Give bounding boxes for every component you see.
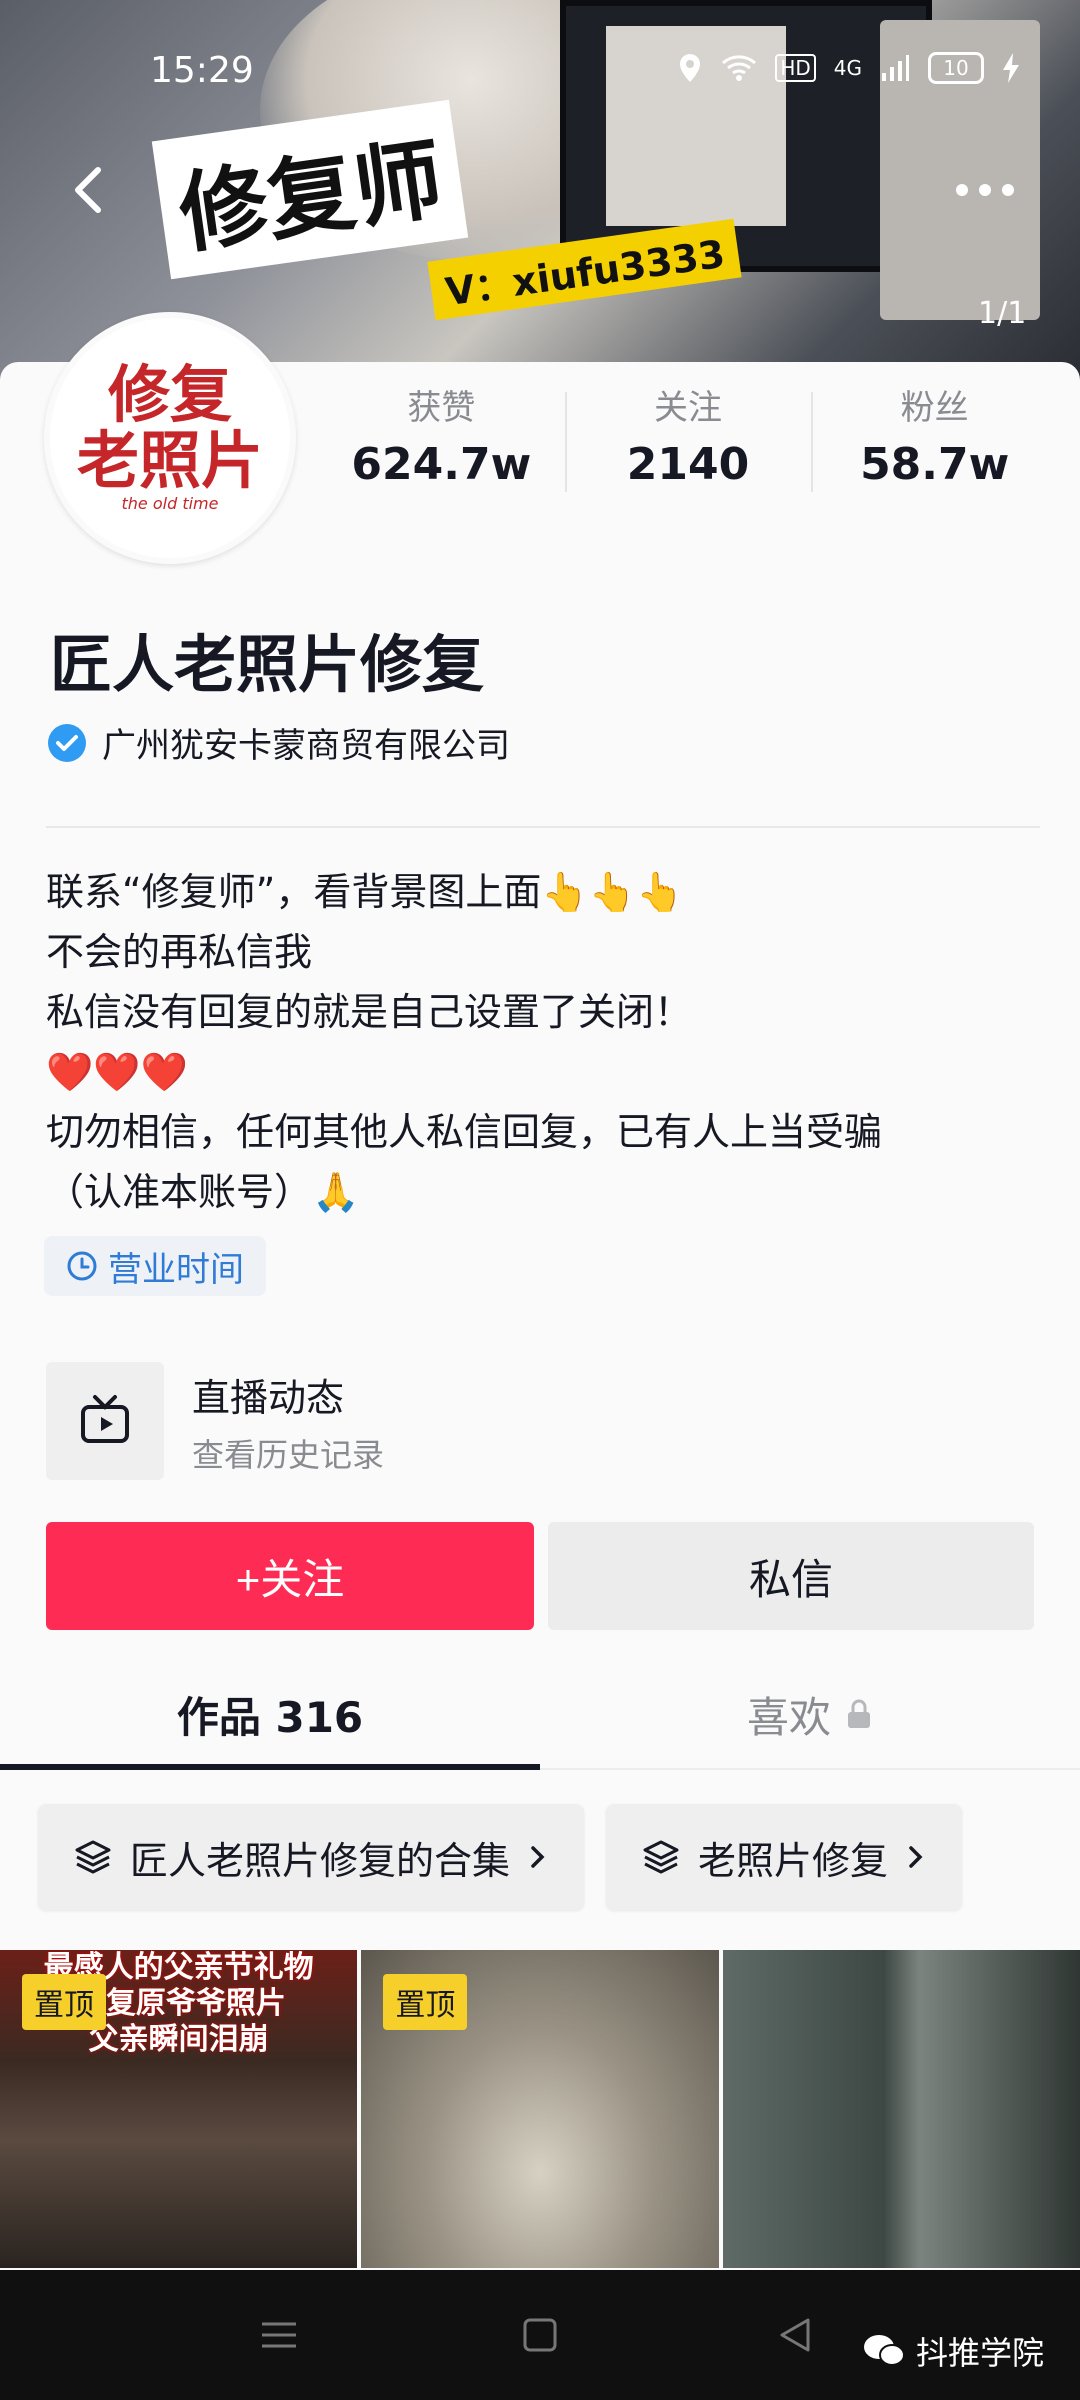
live-title: 直播动态 xyxy=(192,1375,345,1420)
stat-label: 获赞 xyxy=(407,388,476,428)
content-tabs: 作品 316 喜欢 xyxy=(0,1660,1080,1770)
verified-check-icon xyxy=(48,723,86,762)
status-time: 15:29 xyxy=(150,50,254,91)
live-subtitle: 查看历史记录 xyxy=(192,1435,385,1474)
video-thumbnail[interactable]: 置顶 xyxy=(361,1950,719,2268)
banner-page-counter: 1/1 xyxy=(978,296,1027,331)
video-thumbnail[interactable] xyxy=(722,1950,1080,2268)
tab-label: 喜欢 xyxy=(746,1692,831,1742)
battery-icon: 10 xyxy=(928,52,984,84)
back-triangle-icon[interactable] xyxy=(770,2310,820,2360)
lock-icon xyxy=(848,1699,870,1728)
bio-line: 切勿相信，任何其他人私信回复，已有人上当受骗 xyxy=(46,1110,883,1154)
stat-value: 58.7w xyxy=(860,439,1010,490)
watermark-text: 抖推学院 xyxy=(915,2334,1044,2372)
back-button[interactable] xyxy=(60,160,120,220)
verified-organization[interactable]: 广州犹安卡蒙商贸有限公司 xyxy=(46,718,510,767)
clock-icon xyxy=(67,1251,97,1281)
profile-bio: 联系“修复师”，看背景图上面👆👆👆 不会的再私信我 私信没有回复的就是自己设置了… xyxy=(46,862,882,1222)
bio-line: 私信没有回复的就是自己设置了关闭！ xyxy=(46,990,693,1034)
chevron-right-icon xyxy=(909,1846,923,1868)
layers-icon xyxy=(75,1840,111,1874)
network-type: 4G xyxy=(833,56,862,80)
stat-likes[interactable]: 获赞 624.7w xyxy=(318,380,565,490)
bio-line: ❤️❤️❤️ xyxy=(46,1050,188,1094)
bio-line: 不会的再私信我 xyxy=(46,930,313,974)
home-icon[interactable] xyxy=(515,2310,565,2360)
collections-row: 匠人老照片修复的合集 老照片修复 xyxy=(38,1804,963,1910)
stat-following[interactable]: 关注 2140 xyxy=(564,380,812,492)
wifi-icon xyxy=(722,55,757,81)
status-icons: HD 4G 10 xyxy=(677,52,1020,84)
status-bar: 15:29 HD 4G 10 xyxy=(0,40,1080,100)
tab-label: 作品 316 xyxy=(176,1692,364,1742)
avatar-text-line2: 老照片 xyxy=(76,424,263,497)
tab-works[interactable]: 作品 316 xyxy=(0,1660,540,1770)
location-icon xyxy=(680,54,701,82)
stat-label: 关注 xyxy=(654,388,722,428)
stat-value: 2140 xyxy=(626,439,750,490)
stat-label: 粉丝 xyxy=(900,388,969,428)
hd-badge: HD xyxy=(775,54,816,82)
more-options-button[interactable] xyxy=(950,170,1020,210)
layers-icon xyxy=(643,1840,679,1874)
bio-line: （认准本账号）🙏 xyxy=(46,1170,360,1214)
collection-label: 匠人老照片修复的合集 xyxy=(130,1838,511,1883)
follow-button[interactable]: +关注 xyxy=(46,1522,534,1630)
verified-org-name: 广州犹安卡蒙商贸有限公司 xyxy=(102,726,510,766)
menu-icon[interactable] xyxy=(254,2310,304,2360)
profile-name: 匠人老照片修复 xyxy=(50,628,485,701)
message-button[interactable]: 私信 xyxy=(548,1522,1034,1630)
live-history-card[interactable]: 直播动态 查看历史记录 xyxy=(46,1362,646,1480)
pinned-badge: 置顶 xyxy=(22,1974,106,2030)
wechat-icon xyxy=(863,2335,905,2366)
tab-likes[interactable]: 喜欢 xyxy=(540,1660,1080,1768)
pinned-badge: 置顶 xyxy=(383,1974,468,2030)
stat-followers[interactable]: 粉丝 58.7w xyxy=(811,380,1058,492)
live-tv-icon xyxy=(46,1362,164,1480)
avatar-text-line1: 修复 xyxy=(107,358,232,431)
video-grid: 最感人的父亲节礼物 AI复原爷爷照片 父亲瞬间泪崩 置顶 置顶 xyxy=(0,1950,1080,2268)
divider xyxy=(46,826,1040,828)
avatar[interactable]: 修复 老照片 the old time xyxy=(44,312,296,564)
collection-chip[interactable]: 匠人老照片修复的合集 xyxy=(38,1804,585,1910)
business-hours-label: 营业时间 xyxy=(108,1249,244,1290)
stat-value: 624.7w xyxy=(351,439,532,490)
profile-stats: 获赞 624.7w 关注 2140 粉丝 58.7w xyxy=(318,380,1058,492)
charging-icon xyxy=(1003,53,1019,83)
signal-icon xyxy=(882,55,909,81)
collection-label: 老照片修复 xyxy=(698,1838,889,1883)
business-hours-chip[interactable]: 营业时间 xyxy=(44,1236,266,1296)
video-thumbnail[interactable]: 最感人的父亲节礼物 AI复原爷爷照片 父亲瞬间泪崩 置顶 xyxy=(0,1950,358,2268)
bio-line: 联系“修复师”，看背景图上面👆👆👆 xyxy=(46,870,684,914)
chevron-right-icon xyxy=(531,1846,545,1868)
collection-chip[interactable]: 老照片修复 xyxy=(606,1804,963,1910)
watermark: 抖推学院 xyxy=(862,2328,1044,2374)
